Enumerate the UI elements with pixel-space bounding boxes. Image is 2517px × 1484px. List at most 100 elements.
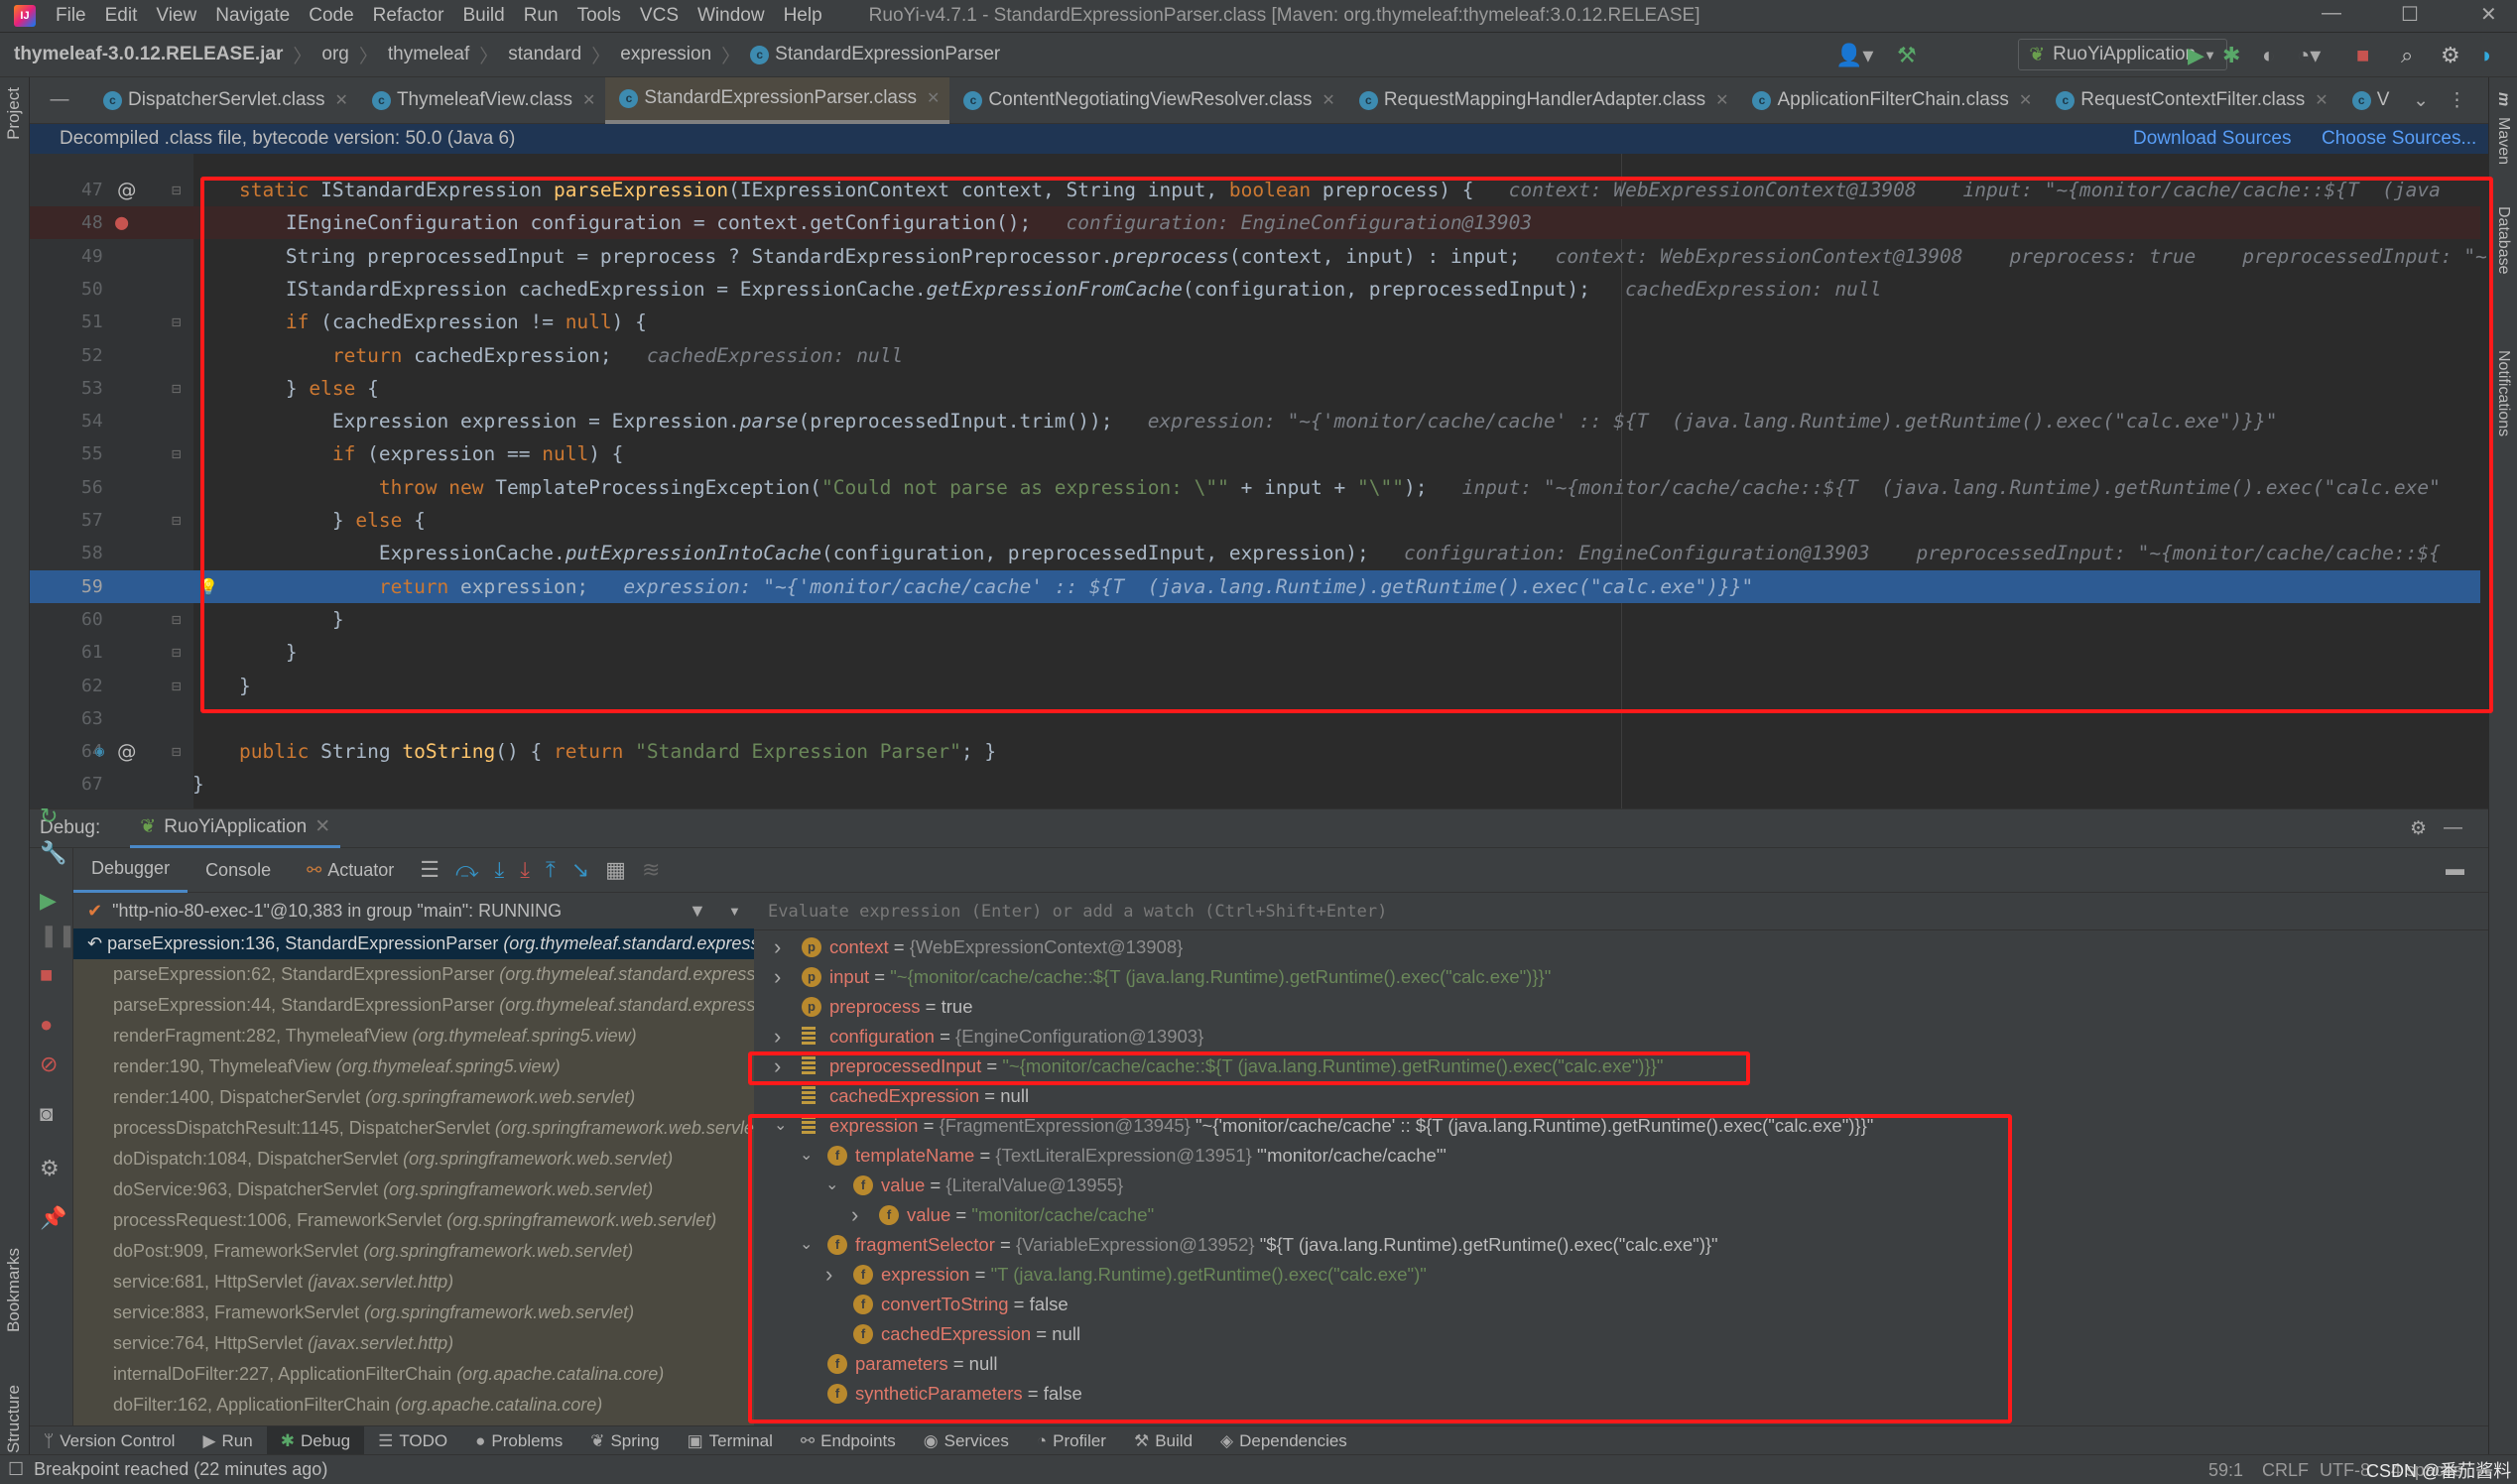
bottom-tab-endpoints[interactable]: ⚯ Endpoints (787, 1426, 910, 1456)
status-panel-icon[interactable]: ☐ (8, 1459, 24, 1480)
maven-tool-button[interactable]: Maven (2494, 117, 2512, 165)
stack-frame[interactable]: render:190, ThymeleafView (org.thymeleaf… (73, 1051, 754, 1082)
bottom-tab-debug[interactable]: ✱ Debug (266, 1425, 365, 1456)
chevron-down-icon[interactable]: ⌄ (825, 1171, 841, 1200)
breadcrumb-item[interactable]: thymeleaf-3.0.12.RELEASE.jar (14, 44, 283, 65)
menu-refactor[interactable]: Refactor (373, 5, 444, 27)
collapse-icon[interactable]: — (30, 89, 89, 111)
stack-frame[interactable]: processRequest:1006, FrameworkServlet (o… (73, 1205, 754, 1236)
menu-help[interactable]: Help (784, 5, 822, 27)
variable-row[interactable]: f syntheticParameters = false (754, 1379, 2488, 1409)
variable-row[interactable]: ⌄ f fragmentSelector = {VariableExpression… (754, 1230, 2488, 1260)
variable-row[interactable]: f convertToString = false (754, 1290, 2488, 1319)
variable-row[interactable]: ⌄ expression = {FragmentExpression@13945}… (754, 1111, 2488, 1141)
menu-build[interactable]: Build (462, 5, 504, 27)
settings-gear-icon[interactable]: ⚙ (2410, 817, 2427, 840)
wrench-icon[interactable]: 🔧 (40, 840, 66, 866)
variable-row[interactable]: › p input = "~{monitor/cache/cache::${T (j… (754, 962, 2488, 992)
chevron-right-icon[interactable]: › (825, 1260, 841, 1290)
stack-frame[interactable]: service:883, FrameworkServlet (org.sprin… (73, 1298, 754, 1328)
menu-tools[interactable]: Tools (577, 5, 621, 27)
menu-edit[interactable]: Edit (105, 5, 138, 27)
step-into-icon[interactable]: ⤓ (495, 857, 505, 883)
tab-requestmappinghandleradapter-class[interactable]: c RequestMappingHandlerAdapter.class ✕ (1345, 77, 1739, 124)
override-at-icon[interactable]: @ (117, 174, 137, 206)
tab-console[interactable]: Console (188, 848, 289, 893)
menu-code[interactable]: Code (309, 5, 353, 27)
thread-selector[interactable]: ✔ "http-nio-80-exec-1"@10,383 in group "… (73, 893, 754, 928)
menu-view[interactable]: View (156, 5, 196, 27)
bottom-tab-profiler[interactable]: ◔ Profiler (1023, 1426, 1120, 1456)
fold-icon[interactable]: ⊟ (172, 504, 182, 537)
stack-frame[interactable]: processDispatchResult:1145, DispatcherSe… (73, 1113, 754, 1144)
menu-window[interactable]: Window (697, 5, 765, 27)
fold-icon[interactable]: ⊟ (172, 636, 182, 669)
stop-icon[interactable]: ■ (2356, 43, 2369, 68)
lightbulb-icon[interactable]: 💡 (198, 570, 218, 603)
close-tab-icon[interactable]: ✕ (927, 88, 940, 108)
breadcrumb-item[interactable]: expression (620, 44, 711, 65)
camera-icon[interactable]: ◙ (40, 1101, 53, 1127)
pause-icon[interactable]: ❚❚ (40, 923, 76, 948)
chevron-right-icon[interactable]: › (774, 1051, 790, 1081)
chevron-down-icon[interactable]: ⌄ (800, 1230, 816, 1260)
variable-row[interactable]: cachedExpression = null (754, 1081, 2488, 1111)
stack-frame[interactable]: service:764, HttpServlet (javax.servlet.… (73, 1328, 754, 1359)
stack-frame[interactable]: doPost:909, FrameworkServlet (org.spring… (73, 1236, 754, 1267)
bottom-tab-version-control[interactable]: ᛘ Version Control (30, 1426, 189, 1456)
pin-icon[interactable]: 📌 (40, 1205, 66, 1231)
implements-icon[interactable]: ◉ (95, 735, 104, 768)
bottom-tab-dependencies[interactable]: ◈ Dependencies (1206, 1426, 1361, 1456)
chevron-right-icon[interactable]: › (851, 1200, 867, 1230)
profile-icon[interactable]: ◔▾ (2297, 43, 2321, 68)
settings-icon[interactable]: ⚙ (40, 1156, 60, 1181)
variable-row[interactable]: › f value = "monitor/cache/cache" (754, 1200, 2488, 1230)
close-tab-icon[interactable]: ✕ (335, 90, 348, 110)
breadcrumb-item[interactable]: StandardExpressionParser (775, 44, 1000, 65)
tab-requestcontextfilter-class[interactable]: c RequestContextFilter.class ✕ (2042, 77, 2337, 124)
tab-dispatcherservlet-class[interactable]: c DispatcherServlet.class ✕ (89, 77, 358, 124)
menu-navigate[interactable]: Navigate (215, 5, 290, 27)
code-editor[interactable]: 47 static IStandardExpression parseExpre… (30, 154, 2488, 808)
stack-frame[interactable]: doDispatch:1084, DispatcherServlet (org.… (73, 1144, 754, 1175)
variable-row[interactable]: › configuration = {EngineConfiguration@13… (754, 1022, 2488, 1051)
search-icon[interactable]: ⌕ (2401, 43, 2413, 68)
download-sources-link[interactable]: Download Sources (2133, 128, 2291, 150)
bottom-tab-run[interactable]: ▶ Run (189, 1426, 266, 1456)
breadcrumb-item[interactable]: org (321, 44, 348, 65)
build-hammer-icon[interactable]: ⚒ (1897, 43, 1917, 68)
fold-icon[interactable]: ⊟ (172, 306, 182, 338)
close-window-button[interactable]: ✕ (2480, 2, 2497, 27)
stack-frame[interactable]: service:681, HttpServlet (javax.servlet.… (73, 1267, 754, 1298)
tab-debugger[interactable]: Debugger (73, 848, 189, 893)
chevron-right-icon[interactable]: › (774, 932, 790, 962)
filter-icon[interactable]: ▼ (689, 901, 706, 922)
variable-row[interactable]: f cachedExpression = null (754, 1319, 2488, 1349)
project-tool-button[interactable]: Project (4, 87, 24, 140)
evaluate-expression-input[interactable]: Evaluate expression (Enter) or add a wat… (754, 893, 2488, 930)
caret-position[interactable]: 59:1 (2208, 1460, 2243, 1481)
variable-row[interactable]: p preprocess = true (754, 992, 2488, 1022)
bottom-tab-problems[interactable]: ● Problems (461, 1426, 576, 1456)
more-icon[interactable]: ⋮ (2448, 89, 2466, 112)
variable-row[interactable]: › f expression = "T (java.lang.Runtime).ge… (754, 1260, 2488, 1290)
user-icon[interactable]: 👤▾ (1835, 43, 1873, 68)
debug-session-tab[interactable]: ❦ RuoYiApplication ✕ (130, 808, 341, 848)
chevron-right-icon[interactable]: › (774, 962, 790, 992)
close-icon[interactable]: ✕ (315, 815, 330, 838)
variable-row[interactable]: f parameters = null (754, 1349, 2488, 1379)
structure-tool-button[interactable]: Structure (4, 1385, 24, 1453)
notifications-tool-button[interactable]: Notifications (2494, 350, 2512, 436)
tab-v[interactable]: cV (2338, 77, 2400, 124)
bottom-tab-spring[interactable]: ❦ Spring (576, 1426, 673, 1456)
stack-frame[interactable]: parseExpression:44, StandardExpressionPa… (73, 990, 754, 1021)
close-tab-icon[interactable]: ✕ (1321, 90, 1334, 110)
variable-row[interactable]: ⌄ f value = {LiteralValue@13955} (754, 1171, 2488, 1200)
fold-icon[interactable]: ⊟ (172, 670, 182, 702)
run-icon[interactable]: ▶ (2188, 43, 2204, 68)
breakpoint-icon[interactable]: ● (115, 206, 128, 239)
fold-icon[interactable]: ⊟ (172, 372, 182, 405)
resume-icon[interactable]: ▶ (40, 888, 57, 914)
menu-vcs[interactable]: VCS (640, 5, 679, 27)
run-to-cursor-icon[interactable]: ↘ (571, 857, 589, 883)
